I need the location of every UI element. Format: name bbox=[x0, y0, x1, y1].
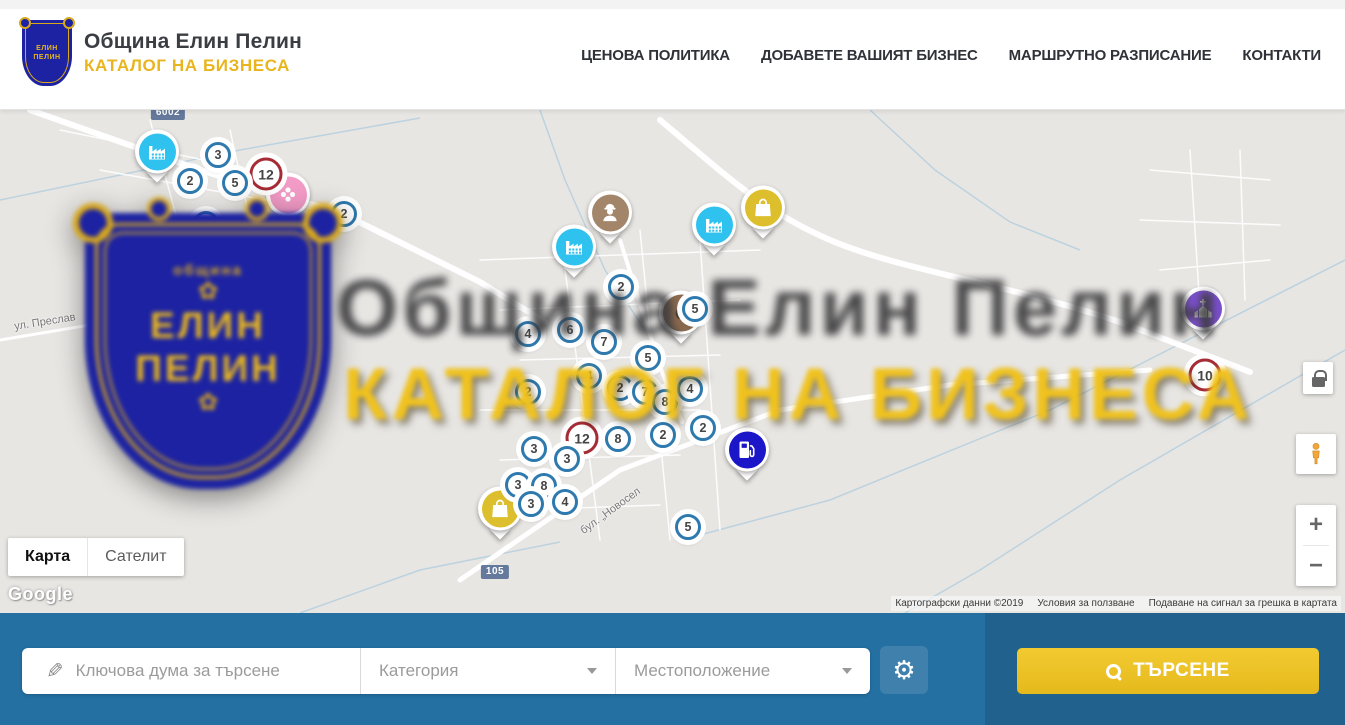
main-nav: ЦЕНОВА ПОЛИТИКА ДОБАВЕТЕ ВАШИЯТ БИЗНЕС МАР… bbox=[581, 0, 1321, 110]
cluster-marker[interactable]: 8 bbox=[652, 389, 678, 415]
cluster-marker[interactable]: 3 bbox=[205, 142, 231, 168]
factory-pin[interactable] bbox=[135, 129, 179, 173]
nav-item-2[interactable]: ДОБАВЕТЕ ВАШИЯТ БИЗНЕС bbox=[761, 47, 978, 64]
cluster-marker[interactable]: 3 bbox=[554, 446, 580, 472]
pegman-icon bbox=[1303, 441, 1329, 467]
category-dropdown[interactable]: Категория bbox=[361, 648, 615, 694]
cluster-marker[interactable]: 2 bbox=[331, 201, 357, 227]
logo-text-line1: ЕЛИН bbox=[36, 44, 58, 53]
search-button-label: ТЪРСЕНЕ bbox=[1133, 660, 1230, 682]
cluster-marker[interactable]: 3 bbox=[521, 436, 547, 462]
cluster-marker[interactable]: 4 bbox=[576, 363, 602, 389]
cluster-marker[interactable]: 2 bbox=[690, 415, 716, 441]
cluster-marker[interactable]: 2 bbox=[607, 375, 633, 401]
zoom-control: + − bbox=[1296, 505, 1336, 586]
cluster-marker[interactable]: 2 bbox=[177, 168, 203, 194]
site-title: Община Елин Пелин bbox=[84, 30, 302, 54]
cluster-marker[interactable]: 2 bbox=[193, 211, 219, 237]
cluster-marker[interactable]: 10 bbox=[1189, 359, 1222, 392]
pegman-control[interactable] bbox=[1296, 434, 1336, 474]
cluster-marker[interactable]: 4 bbox=[552, 489, 578, 515]
cluster-marker[interactable]: 2 bbox=[650, 422, 676, 448]
zoom-in-button[interactable]: + bbox=[1296, 505, 1336, 545]
site-subtitle: КАТАЛОГ НА БИЗНЕСА bbox=[84, 56, 302, 76]
shopping-bag-pin[interactable] bbox=[741, 185, 785, 229]
location-dropdown[interactable]: Местоположение bbox=[616, 648, 870, 694]
terms-link[interactable]: Условия за ползване bbox=[1037, 598, 1134, 609]
cluster-marker[interactable]: 8 bbox=[605, 426, 631, 452]
worker-pin[interactable] bbox=[588, 190, 632, 234]
nav-item-1[interactable]: ЦЕНОВА ПОЛИТИКА bbox=[581, 47, 730, 64]
nav-item-4[interactable]: КОНТАКТИ bbox=[1242, 47, 1321, 64]
cluster-marker[interactable]: 7 bbox=[591, 329, 617, 355]
municipality-logo-icon: ЕЛИН ПЕЛИН bbox=[22, 20, 72, 86]
search-icon bbox=[1106, 664, 1121, 679]
cluster-marker[interactable]: 4 bbox=[515, 321, 541, 347]
search-bar: ✎ Категория Местоположение ⚙ ТЪРСЕНЕ bbox=[0, 613, 1345, 725]
cluster-marker[interactable]: 5 bbox=[675, 514, 701, 540]
cluster-marker[interactable]: 5 bbox=[222, 170, 248, 196]
attribution-copyright: Картографски данни ©2019 bbox=[895, 598, 1023, 609]
fuel-pump-icon bbox=[729, 431, 766, 468]
map-type-control: Карта Сателит bbox=[8, 538, 184, 576]
settings-button[interactable]: ⚙ bbox=[880, 646, 928, 694]
marker-layer: 321252225467542278422128333834510 bbox=[0, 110, 1345, 613]
pencil-icon: ✎ bbox=[46, 659, 64, 684]
shopping-bag-icon bbox=[745, 189, 782, 226]
keyword-search-input[interactable] bbox=[76, 661, 326, 681]
map-attribution: Картографски данни ©2019 Условия за полз… bbox=[891, 596, 1341, 611]
cluster-marker[interactable]: 6 bbox=[557, 317, 583, 343]
search-panel: ✎ Категория Местоположение bbox=[22, 648, 870, 694]
church-pin[interactable] bbox=[1181, 286, 1225, 330]
search-button[interactable]: ТЪРСЕНЕ bbox=[1017, 648, 1319, 694]
category-dropdown-label: Категория bbox=[379, 661, 458, 681]
lock-icon bbox=[1312, 377, 1325, 387]
factory-icon bbox=[139, 133, 176, 170]
cluster-marker[interactable]: 3 bbox=[518, 491, 544, 517]
lock-control[interactable] bbox=[1303, 362, 1333, 394]
map-type-map-button[interactable]: Карта bbox=[8, 538, 87, 576]
worker-icon bbox=[592, 194, 629, 231]
zoom-out-button[interactable]: − bbox=[1296, 546, 1336, 586]
cluster-marker[interactable]: 5 bbox=[682, 296, 708, 322]
map-type-satellite-button[interactable]: Сателит bbox=[87, 538, 183, 576]
brand[interactable]: ЕЛИН ПЕЛИН Община Елин Пелин КАТАЛОГ НА … bbox=[22, 20, 302, 86]
map-canvas[interactable]: 6002105ул. Преславбул. „Новосел 32125222… bbox=[0, 110, 1345, 613]
google-logo[interactable]: Google bbox=[8, 584, 73, 605]
factory-icon bbox=[696, 206, 733, 243]
factory-pin[interactable] bbox=[692, 202, 736, 246]
logo-text-line2: ПЕЛИН bbox=[33, 53, 60, 62]
fuel-pump-pin[interactable] bbox=[725, 427, 769, 471]
gear-icon: ⚙ bbox=[892, 657, 915, 683]
keyword-section: ✎ bbox=[22, 648, 360, 694]
cluster-marker[interactable]: 2 bbox=[608, 274, 634, 300]
cluster-marker[interactable]: 12 bbox=[250, 158, 283, 191]
cluster-marker[interactable]: 2 bbox=[515, 379, 541, 405]
nav-item-3[interactable]: МАРШРУТНО РАЗПИСАНИЕ bbox=[1009, 47, 1212, 64]
report-error-link[interactable]: Подаване на сигнал за грешка в картата bbox=[1149, 598, 1337, 609]
cluster-marker[interactable]: 5 bbox=[635, 345, 661, 371]
church-icon bbox=[1185, 290, 1222, 327]
chevron-down-icon bbox=[842, 668, 852, 674]
location-dropdown-label: Местоположение bbox=[634, 661, 770, 681]
header: ЕЛИН ПЕЛИН Община Елин Пелин КАТАЛОГ НА … bbox=[0, 0, 1345, 110]
cluster-marker[interactable]: 4 bbox=[677, 376, 703, 402]
chevron-down-icon bbox=[587, 668, 597, 674]
factory-icon bbox=[556, 228, 593, 265]
